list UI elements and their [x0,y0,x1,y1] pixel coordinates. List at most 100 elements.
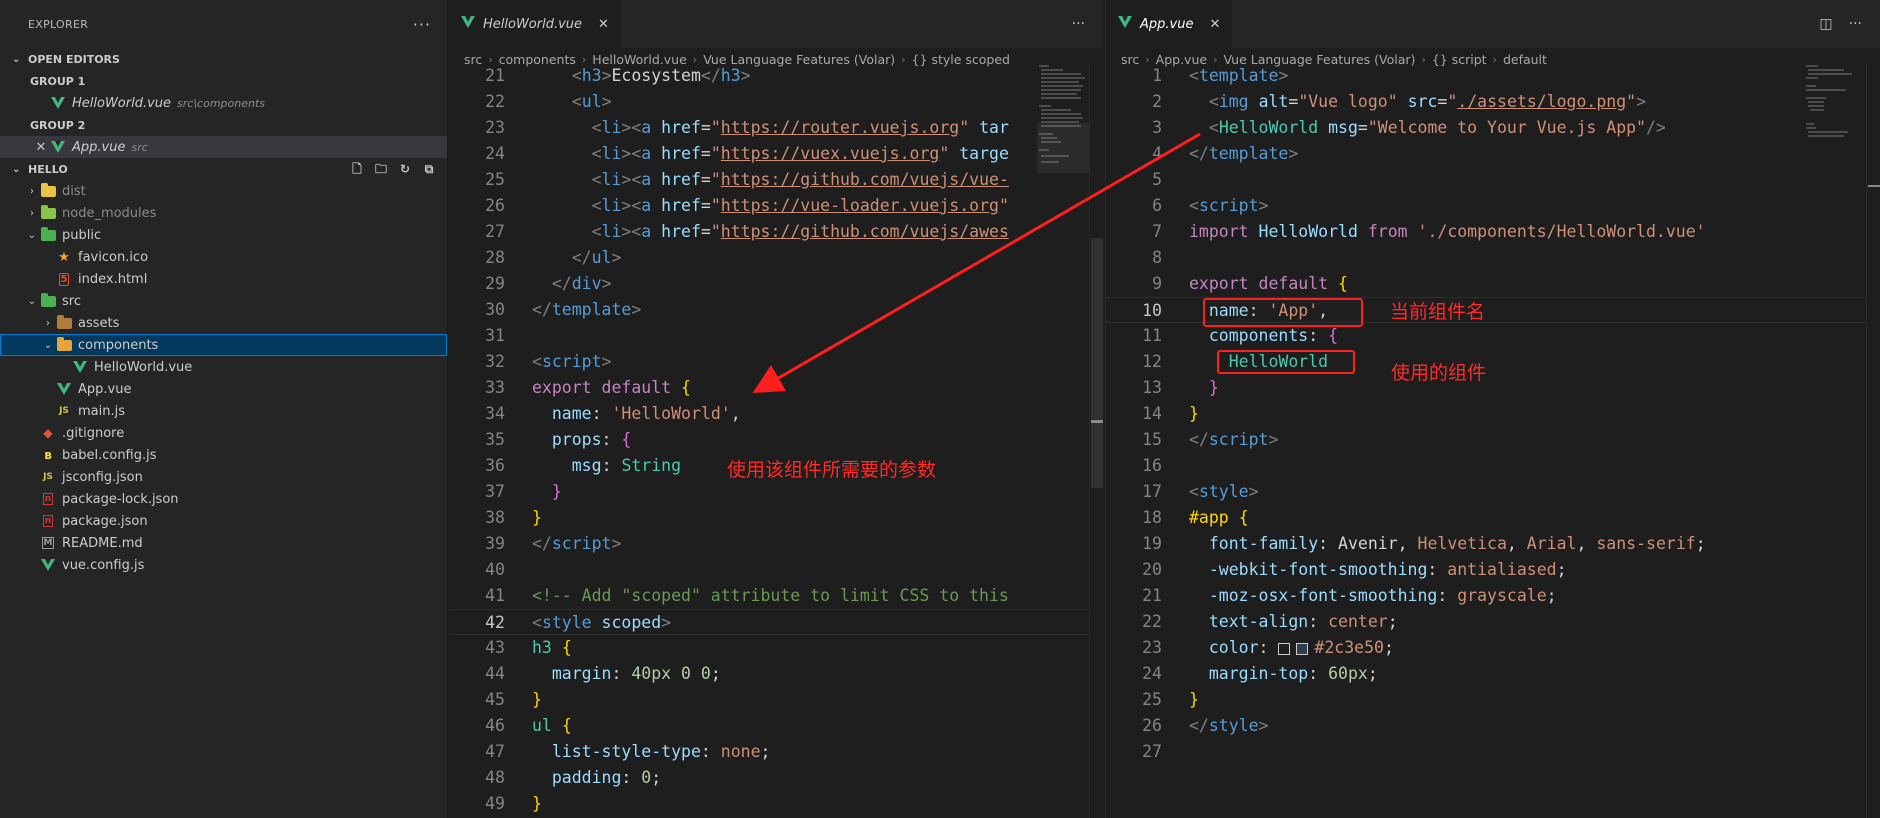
code-line[interactable]: 7 import HelloWorld from './components/He… [1106,219,1880,245]
code-line[interactable]: 38} [449,505,1103,531]
code-line[interactable]: 25 <li><a href="https://github.com/vuejs… [449,167,1103,193]
more-actions-icon[interactable]: ··· [1849,16,1862,32]
tree-item-components[interactable]: ⌄ components [0,334,447,356]
tree-item-node-modules[interactable]: › node_modules [0,202,447,224]
code-line[interactable]: 47 list-style-type: none; [449,739,1103,765]
tree-item-src[interactable]: ⌄ src [0,290,447,312]
code-line[interactable]: 31 [449,323,1103,349]
tab-app[interactable]: App.vue ✕ [1106,0,1234,48]
code-line[interactable]: 28 </ul> [449,245,1103,271]
code-editor[interactable]: 1 <template> 2 <img alt="Vue logo" src="./… [1106,63,1880,818]
open-editor-app[interactable]: ✕ App.vue src [0,136,447,158]
tree-item-public[interactable]: ⌄ public [0,224,447,246]
code-line[interactable]: 16 [1106,453,1880,479]
code-line[interactable]: 19 font-family: Avenir, Helvetica, Arial… [1106,531,1880,557]
collapse-all-icon[interactable]: ⧉ [421,161,437,177]
code-line[interactable]: 45} [449,687,1103,713]
code-line[interactable]: 5 [1106,167,1880,193]
tree-item-app-vue[interactable]: App.vue [0,378,447,400]
refresh-icon[interactable]: ↻ [397,161,413,177]
more-actions-icon[interactable]: ··· [1072,16,1085,32]
tree-item-babel-config-js[interactable]: ʙ babel.config.js [0,444,447,466]
code-line[interactable]: 32 <script> [449,349,1103,375]
tree-item-readme-md[interactable]: M README.md [0,532,447,554]
code-line[interactable]: 24 <li><a href="https://vuex.vuejs.org" … [449,141,1103,167]
more-actions-icon[interactable]: ··· [413,15,431,34]
code-line[interactable]: 34 name: 'HelloWorld', [449,401,1103,427]
tree-item-assets[interactable]: › assets [0,312,447,334]
tab-helloworld[interactable]: HelloWorld.vue ✕ [449,0,622,48]
code-line[interactable]: 6 <script> [1106,193,1880,219]
code-line[interactable]: 44 margin: 40px 0 0; [449,661,1103,687]
code-line[interactable]: 3 <HelloWorld msg="Welcome to Your Vue.j… [1106,115,1880,141]
vertical-scrollbar[interactable] [1866,63,1880,818]
tree-item-dist[interactable]: › dist [0,180,447,202]
code-line[interactable]: 24 margin-top: 60px; [1106,661,1880,687]
tree-item-favicon-ico[interactable]: ★ favicon.ico [0,246,447,268]
code-line[interactable]: 27 <li><a href="https://github.com/vuejs… [449,219,1103,245]
code-text: export default { [532,378,691,397]
chevron-down-icon: ⌄ [27,229,37,241]
open-editors-section[interactable]: ⌄ OPEN EDITORS [0,48,447,70]
code-line[interactable]: 20 -webkit-font-smoothing: antialiased; [1106,557,1880,583]
close-icon[interactable]: ✕ [1209,17,1220,32]
tree-item-package-lock-json[interactable]: n package-lock.json [0,488,447,510]
code-line[interactable]: 14} [1106,401,1880,427]
code-line[interactable]: 15 </script> [1106,427,1880,453]
code-line[interactable]: 13 } [1106,375,1880,401]
code-line[interactable]: 22 <ul> [449,89,1103,115]
new-folder-icon[interactable]: 🗀 [373,161,389,177]
code-line[interactable]: 40 [449,557,1103,583]
code-line[interactable]: 39 </script> [449,531,1103,557]
code-text: } [551,482,562,501]
tree-item-package-json[interactable]: n package.json [0,510,447,532]
vertical-scrollbar[interactable] [1089,63,1103,818]
split-editor-icon[interactable]: ◫ [1819,16,1832,32]
code-line[interactable]: 22 text-align: center; [1106,609,1880,635]
code-line[interactable]: 37 } [449,479,1103,505]
code-line[interactable]: 9 export default { [1106,271,1880,297]
code-line[interactable]: 21 <h3>Ecosystem</h3> [449,63,1103,89]
open-editor-path: src [131,140,148,154]
code-line[interactable]: 17 <style> [1106,479,1880,505]
tree-item-label: dist [62,183,86,199]
tree-item-main-js[interactable]: JS main.js [0,400,447,422]
close-icon[interactable]: ✕ [598,17,609,32]
code-text: </script> [1189,430,1279,449]
tree-item-gitignore[interactable]: ◆ .gitignore [0,422,447,444]
open-editor-helloworld[interactable]: HelloWorld.vue src\components [0,92,447,114]
code-line[interactable]: 1 <template> [1106,63,1880,89]
code-line[interactable]: 26 </style> [1106,713,1880,739]
code-line[interactable]: 35 props: { [449,427,1103,453]
code-line[interactable]: 46 ul { [449,713,1103,739]
code-line[interactable]: 23 <li><a href="https://router.vuejs.org… [449,115,1103,141]
code-editor[interactable]: 21 <h3>Ecosystem</h3> 22 <ul> 23 <li><a hr… [449,63,1103,818]
project-section[interactable]: ⌄ HELLO 🗋 🗀 ↻ ⧉ [0,158,447,180]
tree-item-jsconfig-json[interactable]: JS jsconfig.json [0,466,447,488]
new-file-icon[interactable]: 🗋 [349,161,365,177]
code-line[interactable]: 29 </div> [449,271,1103,297]
code-line[interactable]: 43 h3 { [449,635,1103,661]
close-icon[interactable]: ✕ [32,140,50,155]
code-line[interactable]: 25} [1106,687,1880,713]
line-number: 45 [485,690,505,709]
code-line[interactable]: 2 <img alt="Vue logo" src="./assets/logo… [1106,89,1880,115]
minimap[interactable] [1037,63,1097,183]
tree-item-index-html[interactable]: 5 index.html [0,268,447,290]
code-line[interactable]: 33 export default { [449,375,1103,401]
code-line[interactable]: 4 </template> [1106,141,1880,167]
code-line[interactable]: 23 color: #2c3e50; [1106,635,1880,661]
code-line[interactable]: 26 <li><a href="https://vue-loader.vuejs… [449,193,1103,219]
code-line[interactable]: 41 <!-- Add "scoped" attribute to limit C… [449,583,1103,609]
code-line[interactable]: 27 [1106,739,1880,765]
code-line[interactable]: 30 </template> [449,297,1103,323]
code-line[interactable]: 21 -moz-osx-font-smoothing: grayscale; [1106,583,1880,609]
code-line[interactable]: 42 <style scoped> [449,609,1103,635]
tree-item-helloworld-vue[interactable]: HelloWorld.vue [0,356,447,378]
code-line[interactable]: 48 padding: 0; [449,765,1103,791]
code-line[interactable]: 8 [1106,245,1880,271]
tree-item-vue-config-js[interactable]: vue.config.js [0,554,447,576]
code-line[interactable]: 18 #app { [1106,505,1880,531]
code-line[interactable]: 49} [449,791,1103,817]
minimap[interactable] [1804,63,1864,183]
